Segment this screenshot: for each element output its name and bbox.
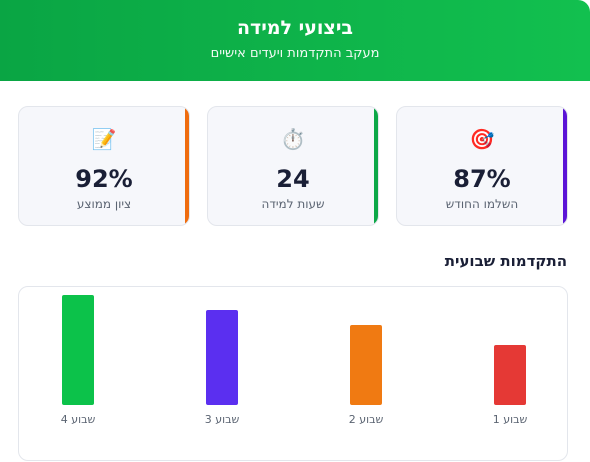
page-title: ביצועי למידה	[236, 17, 354, 39]
weekly-progress-chart: שבוע 1 שבוע 2 שבוע 3 שבוע 4	[18, 286, 568, 461]
stat-value: 87%	[453, 165, 511, 193]
bar-2	[350, 325, 382, 405]
stopwatch-icon: ⏱️	[280, 127, 306, 151]
page-header: ביצועי למידה מעקב התקדמות ויעדים אישיים	[0, 0, 590, 81]
learning-dashboard: ביצועי למידה מעקב התקדמות ויעדים אישיים …	[0, 0, 590, 461]
chart-svg: שבוע 1 שבוע 2 שבוע 3 שבוע 4	[61, 295, 528, 426]
memo-icon: 📝	[91, 127, 117, 151]
bar-4	[62, 295, 94, 405]
bar-3	[206, 310, 238, 405]
weekly-progress-title: התקדמות שבועית	[444, 252, 567, 270]
page-subtitle: מעקב התקדמות ויעדים אישיים	[210, 46, 380, 61]
stat-card-average: 📝 92% ציון ממוצע	[18, 106, 190, 226]
x-tick-label: שבוע 4	[61, 413, 96, 426]
stat-label: השלמו החודש	[445, 197, 519, 211]
stat-label: שעות למידה	[261, 197, 325, 211]
x-tick-label: שבוע 3	[205, 413, 240, 426]
stat-value: 92%	[75, 165, 133, 193]
x-tick-label: שבוע 2	[349, 413, 384, 426]
stat-card-completed: 🎯 87% השלמו החודש	[396, 106, 568, 226]
stat-value: 24	[276, 165, 310, 193]
x-tick-label: שבוע 1	[493, 413, 528, 426]
stat-card-hours: ⏱️ 24 שעות למידה	[207, 106, 379, 226]
target-icon: 🎯	[469, 127, 495, 151]
stat-label: ציון ממוצע	[76, 197, 132, 211]
bar-1	[494, 345, 526, 405]
